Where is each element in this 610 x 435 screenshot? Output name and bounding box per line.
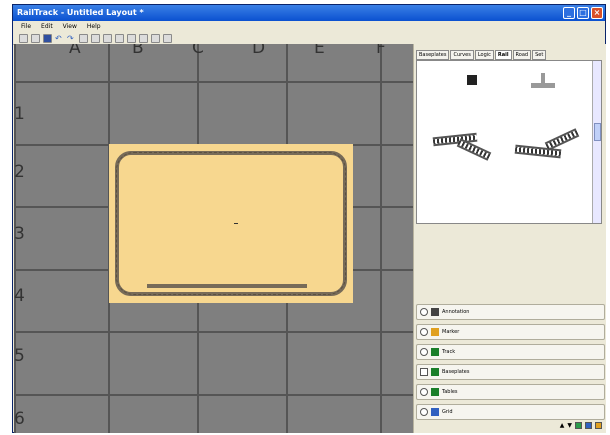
menu-view[interactable]: View (63, 23, 77, 30)
row-label: 3 (14, 224, 25, 244)
column-label: D (252, 44, 266, 58)
visibility-icon[interactable] (420, 348, 428, 356)
visibility-icon[interactable] (420, 368, 428, 376)
row-label: 4 (14, 286, 25, 306)
layer-tables[interactable]: Tables (416, 384, 605, 400)
switch-track-right-branch (544, 128, 580, 151)
row-label: 5 (14, 346, 25, 366)
tab-set[interactable]: Set (532, 50, 547, 60)
move-down-icon[interactable]: ▼ (567, 422, 572, 429)
signal-part-stem (541, 73, 545, 83)
row-label: 2 (14, 162, 25, 182)
zoom-out-icon[interactable] (151, 33, 160, 43)
tab-rail[interactable]: Rail (494, 50, 512, 60)
grid-major-line (380, 44, 382, 433)
copy-icon[interactable] (91, 33, 100, 43)
layout-canvas[interactable]: A B C D E F 1 2 3 4 5 6 (14, 44, 415, 433)
baseplate[interactable] (109, 144, 353, 303)
layer-grid[interactable]: Grid (416, 404, 605, 420)
tab-baseplates[interactable]: Baseplates (416, 50, 450, 60)
add-layer-icon[interactable] (575, 422, 582, 429)
menu-bar: File Edit View Help (13, 21, 605, 32)
paste-icon[interactable] (103, 33, 112, 43)
layer-label: Annotation (442, 309, 470, 315)
parts-palette (416, 60, 602, 224)
layer-color-icon[interactable] (595, 422, 602, 429)
grid-major-line (14, 81, 415, 83)
window-controls: _ □ × (563, 7, 603, 19)
layer-annotation[interactable]: Annotation (416, 304, 605, 320)
column-label: E (314, 44, 325, 58)
grid-major-line (14, 394, 415, 396)
layer-label: Baseplates (442, 369, 470, 375)
zoom-fit-icon[interactable] (163, 33, 172, 43)
layer-label: Track (442, 349, 456, 355)
row-label: 1 (14, 104, 25, 124)
text-icon (431, 308, 439, 316)
visibility-icon[interactable] (420, 308, 428, 316)
palette-scrollbar[interactable] (592, 61, 601, 223)
zoom-in-icon[interactable] (139, 33, 148, 43)
layer-label: Grid (442, 409, 453, 415)
cut-icon[interactable] (79, 33, 88, 43)
layers-list: Annotation Marker Track Baseplates Table… (416, 304, 605, 424)
center-marker (234, 223, 238, 224)
layer-label: Tables (442, 389, 458, 395)
column-label: B (132, 44, 144, 58)
menu-file[interactable]: File (21, 23, 31, 30)
save-icon[interactable] (43, 33, 52, 43)
tab-road[interactable]: Road (512, 50, 532, 60)
baseplate-part[interactable] (467, 75, 477, 85)
layer-marker[interactable]: Marker (416, 324, 605, 340)
column-label: A (69, 44, 81, 58)
layer-props-icon[interactable] (585, 422, 592, 429)
maximize-icon[interactable]: □ (577, 7, 589, 19)
open-icon[interactable] (31, 33, 40, 43)
minimize-icon[interactable]: _ (563, 7, 575, 19)
visibility-icon[interactable] (420, 388, 428, 396)
move-up-icon[interactable]: ▲ (560, 422, 565, 429)
track-siding[interactable] (147, 284, 307, 288)
grid-major-line (14, 331, 415, 333)
title-bar[interactable]: RailTrack - Untitled Layout * _ □ × (13, 5, 605, 21)
side-panel: Baseplates Curves Logic Rail Road Set An… (413, 44, 606, 433)
tab-logic[interactable]: Logic (474, 50, 494, 60)
undo-icon[interactable]: ↶ (55, 34, 64, 43)
track-loop[interactable] (115, 151, 347, 296)
layer-track[interactable]: Track (416, 344, 605, 360)
marker-icon (431, 328, 439, 336)
palette-tabs: Baseplates Curves Logic Rail Road Set (416, 50, 547, 60)
tab-curves[interactable]: Curves (450, 50, 474, 60)
row-label: 6 (14, 409, 25, 429)
grid-icon (431, 408, 439, 416)
delete-icon[interactable] (115, 33, 124, 43)
visibility-icon[interactable] (420, 408, 428, 416)
layer-toolbar: ▲ ▼ (560, 422, 602, 429)
table-icon (431, 388, 439, 396)
redo-icon[interactable]: ↷ (67, 34, 76, 43)
column-label: C (192, 44, 204, 58)
scroll-thumb[interactable] (594, 123, 601, 141)
menu-help[interactable]: Help (87, 23, 101, 30)
column-label: F (376, 44, 386, 58)
visibility-icon[interactable] (420, 328, 428, 336)
rotate-icon[interactable] (127, 33, 136, 43)
new-icon[interactable] (19, 33, 28, 43)
menu-edit[interactable]: Edit (41, 23, 53, 30)
close-icon[interactable]: × (591, 7, 603, 19)
signal-part[interactable] (531, 83, 555, 88)
window-title: RailTrack - Untitled Layout * (17, 8, 144, 17)
track-icon (431, 348, 439, 356)
layer-baseplates[interactable]: Baseplates (416, 364, 605, 380)
baseplate-icon (431, 368, 439, 376)
layer-label: Marker (442, 329, 460, 335)
